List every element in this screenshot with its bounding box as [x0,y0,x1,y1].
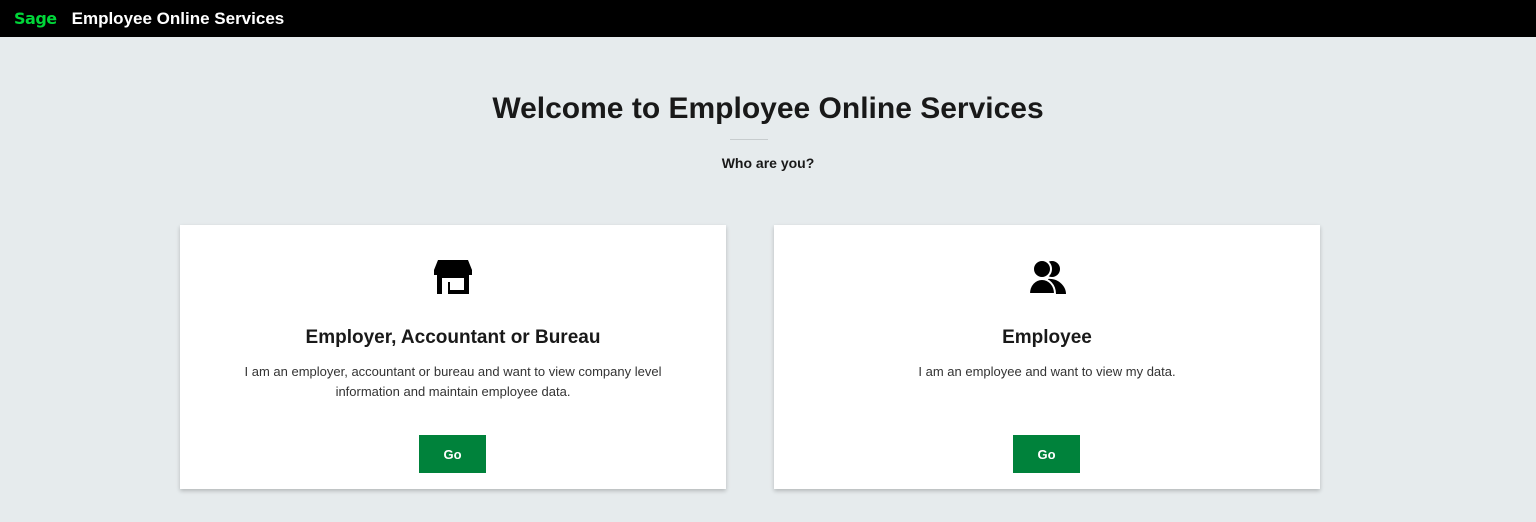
store-icon [432,258,474,298]
sage-logo[interactable]: Sage [14,9,57,28]
employee-card: Employee I am an employee and want to vi… [774,225,1320,489]
employee-card-description: I am an employee and want to view my dat… [918,364,1176,379]
employer-card: Employer, Accountant or Bureau I am an e… [180,225,726,489]
employer-card-title: Employer, Accountant or Bureau [305,327,601,348]
employer-card-description: I am an employer, accountant or bureau a… [244,364,662,399]
page-subtitle: Who are you? [721,155,815,171]
app-title: Employee Online Services [71,8,285,28]
employee-card-title: Employee [1002,327,1092,348]
employee-go-button[interactable]: Go [1013,435,1080,473]
title-divider [730,139,768,140]
users-icon [1026,258,1068,298]
top-navigation-bar: Sage Employee Online Services [0,0,1536,37]
page-title: Welcome to Employee Online Services [492,92,1044,125]
employer-go-button[interactable]: Go [419,435,486,473]
